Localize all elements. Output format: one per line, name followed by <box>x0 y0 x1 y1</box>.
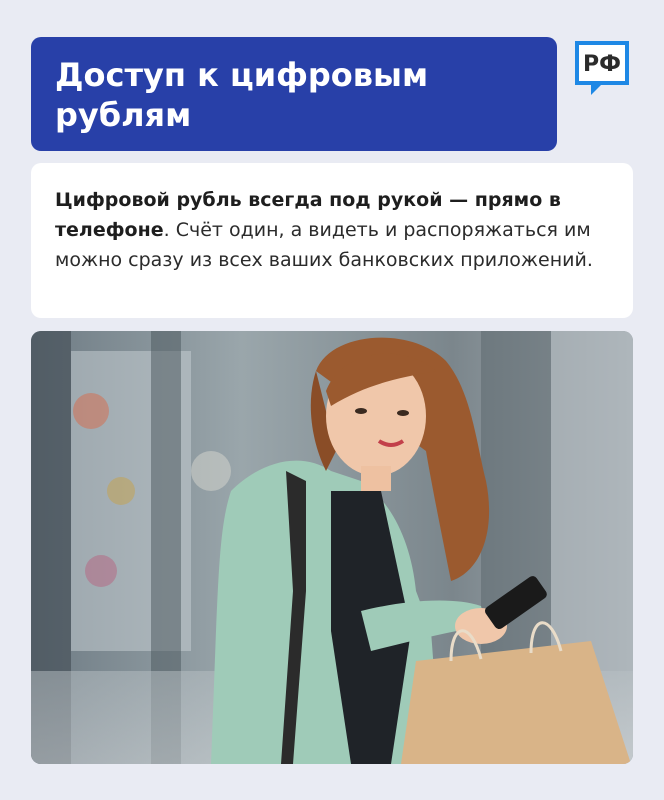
rf-logo-icon: РФ <box>571 37 633 99</box>
description-text: Цифровой рубль всегда под рукой — прямо … <box>55 185 609 275</box>
logo-text: РФ <box>583 52 621 77</box>
description-card: Цифровой рубль всегда под рукой — прямо … <box>31 163 633 318</box>
woman-shopping-phone-photo <box>31 331 633 764</box>
title-card: Доступ к цифровым рублям <box>31 37 557 151</box>
page-title: Доступ к цифровым рублям <box>55 56 429 134</box>
